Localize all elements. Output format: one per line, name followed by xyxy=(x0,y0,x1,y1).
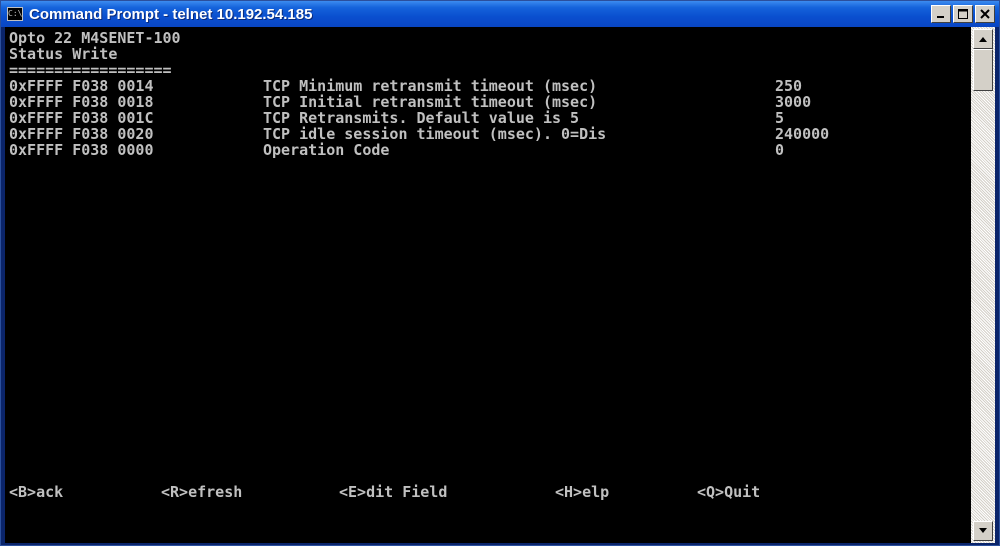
close-icon xyxy=(980,9,990,19)
register-address: 0xFFFF F038 0000 xyxy=(9,141,154,159)
scroll-up-button[interactable] xyxy=(973,29,993,49)
command-menu: <B>ack <R>efresh <E>dit Field <H>elp <Q>… xyxy=(9,483,909,501)
window-controls xyxy=(929,5,995,23)
menu-refresh[interactable]: <R>efresh xyxy=(161,483,242,501)
scroll-down-button[interactable] xyxy=(973,521,993,541)
maximize-button[interactable] xyxy=(953,5,973,23)
window-title: Command Prompt - telnet 10.192.54.185 xyxy=(29,5,313,23)
arrow-up-icon xyxy=(979,37,987,42)
menu-quit[interactable]: <Q>Quit xyxy=(697,483,760,501)
minimize-button[interactable] xyxy=(931,5,951,23)
menu-edit-field[interactable]: <E>dit Field xyxy=(339,483,447,501)
command-prompt-icon[interactable]: C:\ xyxy=(7,7,23,21)
register-description: Operation Code xyxy=(263,141,390,159)
title-bar[interactable]: C:\ Command Prompt - telnet 10.192.54.18… xyxy=(1,1,999,27)
command-prompt-window: C:\ Command Prompt - telnet 10.192.54.18… xyxy=(0,0,1000,546)
scroll-thumb[interactable] xyxy=(973,49,993,91)
close-button[interactable] xyxy=(975,5,995,23)
register-value: 0 xyxy=(775,141,785,159)
maximize-icon xyxy=(958,9,968,19)
console-frame: Opto 22 M4SENET-100 Status Write =======… xyxy=(5,27,995,543)
console-output[interactable]: Opto 22 M4SENET-100 Status Write =======… xyxy=(5,27,971,543)
menu-help[interactable]: <H>elp xyxy=(555,483,609,501)
vertical-scrollbar[interactable] xyxy=(971,27,995,543)
arrow-down-icon xyxy=(979,528,987,533)
menu-back[interactable]: <B>ack xyxy=(9,483,63,501)
register-row: 0xFFFF F038 0000 Operation Code 0 xyxy=(9,141,909,159)
minimize-icon xyxy=(937,16,944,18)
